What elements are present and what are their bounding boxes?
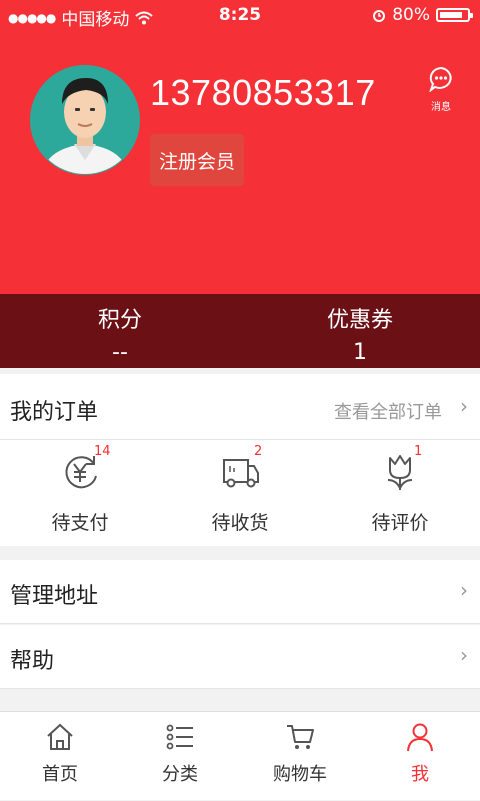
pending-receipt-badge: 2 — [254, 444, 263, 459]
battery-percent: 80% — [392, 5, 430, 25]
cart-icon — [287, 725, 314, 749]
tab-cart-label: 购物车 — [273, 764, 327, 785]
order-status-pending-payment[interactable]: 14 待支付 — [0, 444, 160, 535]
tab-me-label: 我 — [411, 764, 429, 785]
tab-cart[interactable]: 购物车 — [240, 712, 360, 801]
bottom-tab-bar: 首页 分类 购物车 我 — [0, 711, 480, 800]
tab-home[interactable]: 首页 — [0, 712, 120, 801]
message-label: 消息 — [431, 102, 451, 113]
points-stat[interactable]: 积分 -- — [0, 302, 240, 365]
alarm-icon — [373, 10, 386, 22]
stats-band: 积分 -- 优惠券 1 — [0, 294, 480, 368]
battery-icon — [436, 8, 473, 22]
chat-bubble-icon — [429, 66, 452, 93]
chevron-right-icon: › — [460, 578, 468, 602]
pending-receipt-label: 待收货 — [211, 512, 269, 534]
pending-review-label: 待评价 — [371, 512, 429, 534]
avatar[interactable] — [30, 60, 140, 180]
user-phone: 13780853317 — [150, 72, 376, 113]
status-right: 80% — [372, 5, 473, 25]
points-value: -- — [112, 340, 128, 365]
menu-item-help[interactable]: 帮助 › — [0, 625, 480, 689]
tab-me[interactable]: 我 — [360, 712, 480, 801]
view-all-orders-link[interactable]: 查看全部订单 — [334, 398, 442, 424]
coupons-stat[interactable]: 优惠券 1 — [240, 302, 480, 365]
chevron-right-icon: › — [460, 643, 468, 667]
tab-home-label: 首页 — [42, 764, 78, 785]
home-icon — [47, 723, 73, 750]
register-member-button[interactable]: 注册会员 — [150, 134, 244, 186]
person-icon — [407, 723, 433, 752]
coupons-value: 1 — [353, 340, 367, 365]
tab-category[interactable]: 分类 — [120, 712, 240, 801]
pending-payment-label: 待支付 — [51, 512, 109, 534]
points-title: 积分 — [97, 308, 142, 333]
coupons-title: 优惠券 — [326, 308, 393, 333]
orders-header[interactable]: 我的订单 查看全部订单 › — [0, 374, 480, 440]
orders-title: 我的订单 — [10, 400, 99, 425]
message-button[interactable]: 消息 — [424, 66, 458, 113]
manage-address-label: 管理地址 — [10, 584, 99, 609]
chevron-right-icon: › — [460, 394, 468, 418]
status-bar: ●●●●● 中国移动 8:25 80% — [0, 0, 480, 30]
menu-item-manage-address[interactable]: 管理地址 › — [0, 560, 480, 624]
pending-review-badge: 1 — [414, 444, 423, 459]
help-label: 帮助 — [10, 649, 55, 674]
list-icon — [166, 724, 193, 750]
tab-category-label: 分类 — [162, 764, 198, 785]
pending-payment-badge: 14 — [94, 444, 111, 459]
order-status-pending-receipt[interactable]: 2 待收货 — [160, 444, 320, 535]
orders-section: 我的订单 查看全部订单 › 14 待支付 2 待收货 1 待评价 — [0, 374, 480, 546]
order-status-pending-review[interactable]: 1 待评价 — [320, 444, 480, 535]
